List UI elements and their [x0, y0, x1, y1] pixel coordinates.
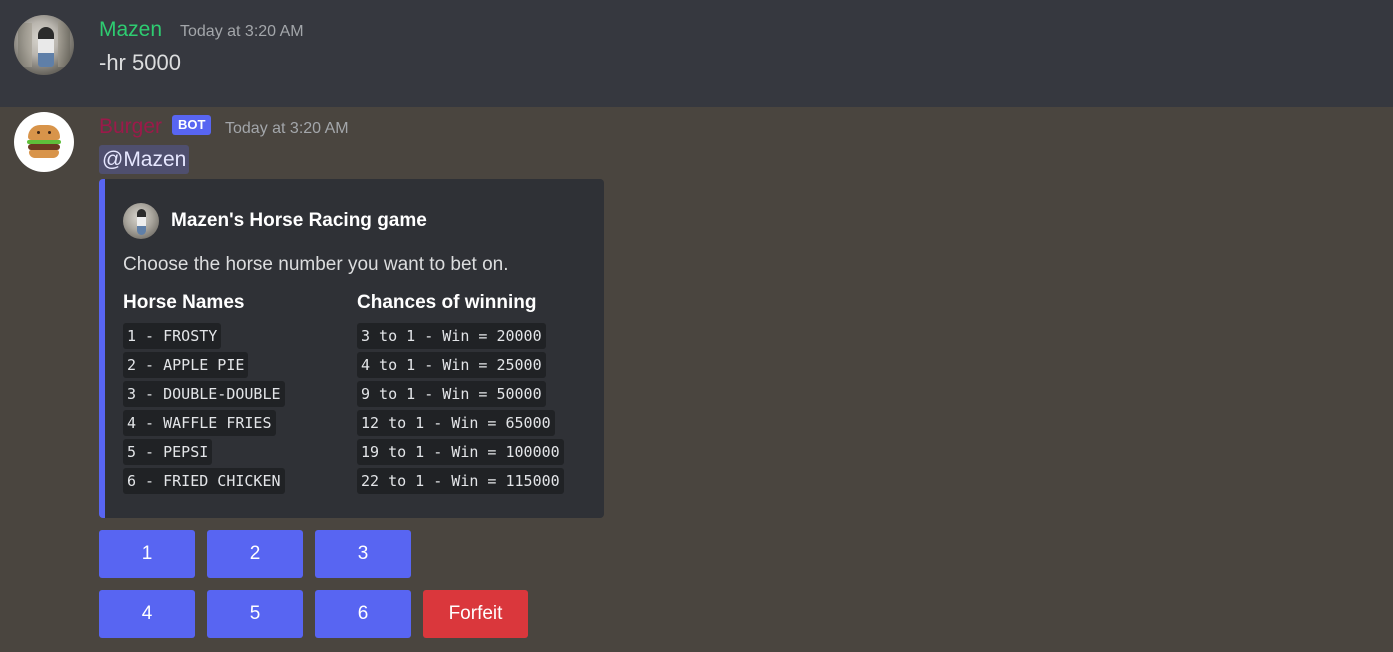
chance-item: 19 to 1 - Win = 100000: [357, 439, 564, 465]
chance-item: 22 to 1 - Win = 115000: [357, 468, 564, 494]
message-author[interactable]: Mazen: [99, 18, 162, 42]
horse-name-item: 5 - PEPSI: [123, 439, 213, 465]
embed-description: Choose the horse number you want to bet …: [123, 254, 509, 275]
message-content: -hr 5000: [99, 50, 181, 75]
horse-names-list: 1 - FROSTY 2 - APPLE PIE 3 - DOUBLE-DOUB…: [123, 323, 285, 497]
burger-icon: [26, 125, 62, 159]
horse-1-button[interactable]: 1: [99, 530, 195, 578]
bot-author[interactable]: Burger: [99, 115, 162, 139]
bot-timestamp: Today at 3:20 AM: [225, 120, 349, 137]
horse-name-item: 2 - APPLE PIE: [123, 352, 249, 378]
chance-item: 4 to 1 - Win = 25000: [357, 352, 546, 378]
chance-item: 3 to 1 - Win = 20000: [357, 323, 546, 349]
forfeit-button[interactable]: Forfeit: [423, 590, 528, 638]
chance-item: 9 to 1 - Win = 50000: [357, 381, 546, 407]
bot-avatar[interactable]: [14, 112, 74, 172]
horse-6-button[interactable]: 6: [315, 590, 411, 638]
horse-name-item: 1 - FROSTY: [123, 323, 222, 349]
horse-name-item: 3 - DOUBLE-DOUBLE: [123, 381, 285, 407]
horse-5-button[interactable]: 5: [207, 590, 303, 638]
bot-badge: BOT: [172, 115, 212, 135]
horse-4-button[interactable]: 4: [99, 590, 195, 638]
horse-name-item: 6 - FRIED CHICKEN: [123, 468, 285, 494]
embed-author-avatar: [123, 203, 159, 239]
field-horse-names-title: Horse Names: [123, 292, 245, 313]
chance-item: 12 to 1 - Win = 65000: [357, 410, 555, 436]
horse-3-button[interactable]: 3: [315, 530, 411, 578]
user-avatar[interactable]: [14, 15, 74, 75]
horse-name-item: 4 - WAFFLE FRIES: [123, 410, 276, 436]
horse-racing-embed: Mazen's Horse Racing game Choose the hor…: [99, 179, 604, 518]
user-mention[interactable]: @Mazen: [99, 145, 190, 174]
embed-title: Mazen's Horse Racing game: [171, 210, 427, 231]
horse-2-button[interactable]: 2: [207, 530, 303, 578]
message-timestamp: Today at 3:20 AM: [180, 23, 304, 40]
user-message: Mazen Today at 3:20 AM -hr 5000: [0, 0, 1393, 107]
field-chances-title: Chances of winning: [357, 292, 537, 313]
chances-list: 3 to 1 - Win = 20000 4 to 1 - Win = 2500…: [357, 323, 564, 497]
